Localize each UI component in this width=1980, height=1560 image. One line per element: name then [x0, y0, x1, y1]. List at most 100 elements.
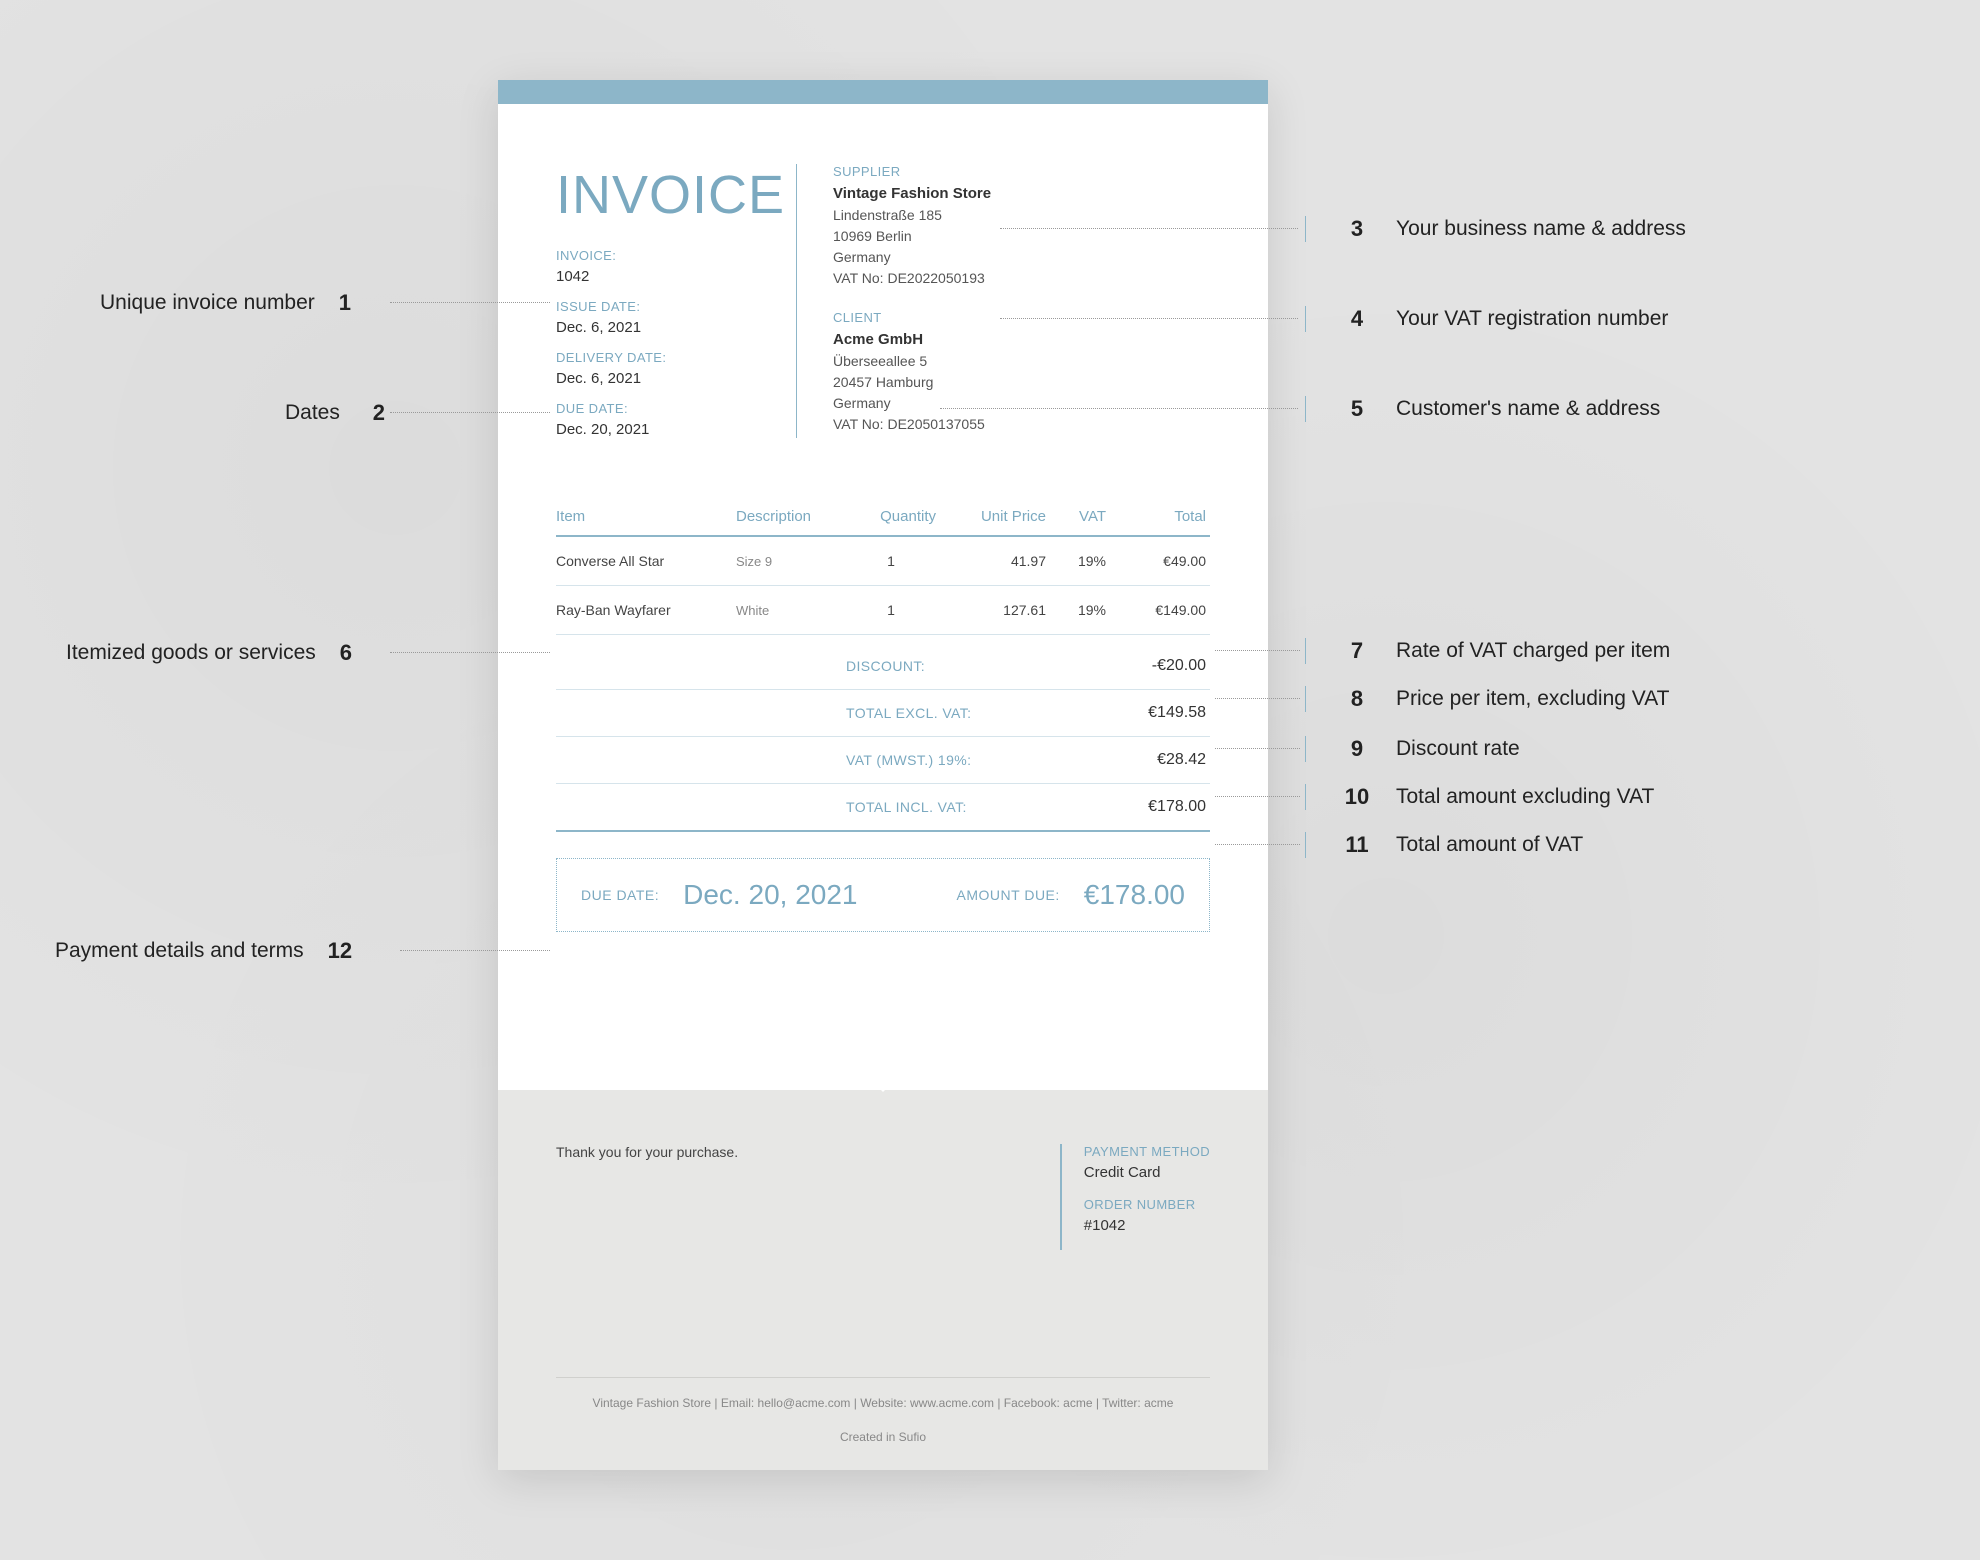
due-date-label: DUE DATE: [556, 401, 796, 416]
summary-block: DISCOUNT:-€20.00 TOTAL EXCL. VAT:€149.58… [556, 643, 1210, 832]
leader-4 [1000, 318, 1298, 319]
leader-12 [400, 950, 550, 951]
leader-5 [940, 408, 1298, 409]
delivery-date-label: DELIVERY DATE: [556, 350, 796, 365]
payment-method: Credit Card [1084, 1164, 1210, 1181]
item-total: €49.00 [1106, 553, 1206, 569]
order-number: #1042 [1084, 1217, 1210, 1234]
leader-9 [1215, 748, 1300, 749]
leader-8 [1215, 698, 1300, 699]
col-unit: Unit Price [936, 508, 1046, 525]
supplier-line1: Lindenstraße 185 [833, 207, 1210, 223]
annotation-1: Unique invoice number1 [100, 290, 340, 316]
discount-label: DISCOUNT: [846, 658, 1046, 674]
invoice-number: 1042 [556, 268, 796, 285]
leader-2 [390, 412, 550, 413]
vat-total-label: VAT (MWST.) 19%: [846, 752, 1046, 768]
annotation-8: 8Price per item, excluding VAT [1305, 686, 1670, 712]
annotation-12-text: Payment details and terms [55, 939, 304, 963]
supplier-name: Vintage Fashion Store [833, 185, 1210, 202]
col-item: Item [556, 508, 736, 525]
stage: INVOICE INVOICE: 1042 ISSUE DATE: Dec. 6… [0, 0, 1980, 1560]
invoice-topbar [498, 80, 1268, 104]
annotation-4: 4Your VAT registration number [1305, 306, 1668, 332]
annotation-6-text: Itemized goods or services [66, 641, 316, 665]
invoice-title: INVOICE [556, 164, 796, 226]
annotation-7-text: Rate of VAT charged per item [1396, 639, 1670, 663]
annotation-9-text: Discount rate [1396, 737, 1520, 761]
due-box: DUE DATE: Dec. 20, 2021 AMOUNT DUE: €178… [556, 858, 1210, 932]
contact-line: Vintage Fashion Store | Email: hello@acm… [556, 1377, 1210, 1410]
annotation-12: Payment details and terms12 [55, 938, 295, 964]
leader-3 [1000, 228, 1298, 229]
delivery-date: Dec. 6, 2021 [556, 370, 796, 387]
supplier-line2: 10969 Berlin [833, 228, 1210, 244]
leader-1 [390, 302, 550, 303]
item-name: Ray-Ban Wayfarer [556, 602, 736, 618]
table-row: Ray-Ban Wayfarer White 1 127.61 19% €149… [556, 586, 1210, 635]
client-line1: Überseeallee 5 [833, 353, 1210, 369]
duebox-date-label: DUE DATE: [581, 887, 659, 903]
annotation-11: 11Total amount of VAT [1305, 832, 1583, 858]
discount-value: -€20.00 [1046, 657, 1206, 675]
annotation-5: 5Customer's name & address [1305, 396, 1660, 422]
duebox-amount: €178.00 [1084, 879, 1185, 911]
total-incl-label: TOTAL INCL. VAT: [846, 799, 1046, 815]
duebox-amount-label: AMOUNT DUE: [957, 887, 1060, 903]
annotation-1-text: Unique invoice number [100, 291, 315, 315]
supplier-country: Germany [833, 249, 1210, 265]
due-date: Dec. 20, 2021 [556, 421, 796, 438]
leader-6 [390, 652, 550, 653]
supplier-vat: VAT No: DE2022050193 [833, 270, 1210, 286]
annotation-8-text: Price per item, excluding VAT [1396, 687, 1670, 711]
annotation-10: 10Total amount excluding VAT [1305, 784, 1654, 810]
supplier-heading: SUPPLIER [833, 164, 1210, 179]
payment-method-label: PAYMENT METHOD [1084, 1144, 1210, 1159]
invoice-card: INVOICE INVOICE: 1042 ISSUE DATE: Dec. 6… [498, 80, 1268, 1470]
annotation-2-text: Dates [285, 401, 340, 425]
annotation-5-text: Customer's name & address [1396, 397, 1660, 421]
thank-you: Thank you for your purchase. [556, 1144, 738, 1250]
annotation-10-text: Total amount excluding VAT [1396, 785, 1654, 809]
item-unit: 127.61 [936, 602, 1046, 618]
annotation-11-text: Total amount of VAT [1396, 833, 1583, 857]
item-vat: 19% [1046, 553, 1106, 569]
payment-block: PAYMENT METHOD Credit Card ORDER NUMBER … [1060, 1144, 1210, 1250]
annotation-4-text: Your VAT registration number [1396, 307, 1668, 331]
order-number-label: ORDER NUMBER [1084, 1197, 1210, 1212]
item-qty: 1 [846, 553, 936, 569]
item-name: Converse All Star [556, 553, 736, 569]
item-unit: 41.97 [936, 553, 1046, 569]
duebox-date: Dec. 20, 2021 [683, 879, 857, 911]
item-desc: Size 9 [736, 554, 846, 569]
item-vat: 19% [1046, 602, 1106, 618]
annotation-7: 7Rate of VAT charged per item [1305, 638, 1670, 664]
client-line2: 20457 Hamburg [833, 374, 1210, 390]
total-incl-value: €178.00 [1046, 798, 1206, 816]
item-desc: White [736, 603, 846, 618]
col-desc: Description [736, 508, 846, 525]
total-excl-value: €149.58 [1046, 704, 1206, 722]
leader-11 [1215, 844, 1300, 845]
annotation-3-text: Your business name & address [1396, 217, 1686, 241]
col-vat: VAT [1046, 508, 1106, 525]
leader-10 [1215, 796, 1300, 797]
total-excl-label: TOTAL EXCL. VAT: [846, 705, 1046, 721]
leader-7 [1215, 650, 1300, 651]
client-vat: VAT No: DE2050137055 [833, 416, 1210, 432]
annotation-9: 9Discount rate [1305, 736, 1520, 762]
col-qty: Quantity [846, 508, 936, 525]
items-table: Item Description Quantity Unit Price VAT… [556, 508, 1210, 932]
annotation-6: Itemized goods or services6 [66, 640, 306, 666]
table-row: Converse All Star Size 9 1 41.97 19% €49… [556, 537, 1210, 586]
item-total: €149.00 [1106, 602, 1206, 618]
annotation-3: 3Your business name & address [1305, 216, 1686, 242]
client-name: Acme GmbH [833, 331, 1210, 348]
vat-total-value: €28.42 [1046, 751, 1206, 769]
invoice-footer: Thank you for your purchase. PAYMENT MET… [498, 1090, 1268, 1470]
annotation-2: Dates2 [285, 400, 525, 426]
item-qty: 1 [846, 602, 936, 618]
invoice-number-label: INVOICE: [556, 248, 796, 263]
col-total: Total [1106, 508, 1206, 525]
issue-date: Dec. 6, 2021 [556, 319, 796, 336]
